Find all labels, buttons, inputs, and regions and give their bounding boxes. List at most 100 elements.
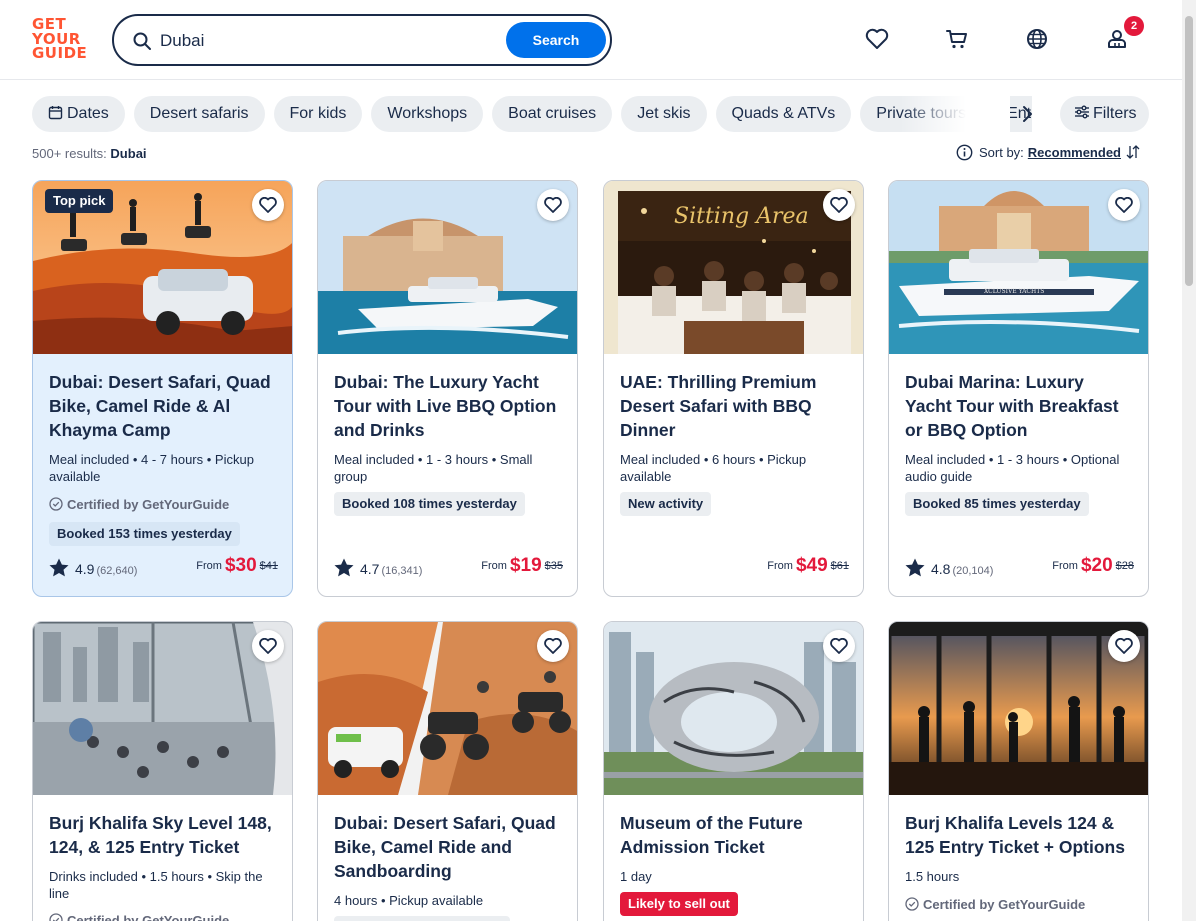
filters-label: Filters: [1093, 105, 1137, 122]
activity-title[interactable]: Dubai: The Luxury Yacht Tour with Live B…: [334, 370, 564, 442]
heart-icon: [259, 638, 277, 654]
chip-boat-cruises[interactable]: Boat cruises: [492, 96, 613, 132]
sort-label: Sort by:: [979, 145, 1024, 160]
activity-card[interactable]: XCLUSIVE YACHTS Dubai Marina: Luxury Yac…: [888, 180, 1149, 597]
price-original: $61: [830, 560, 849, 572]
heart-icon: [1115, 197, 1133, 213]
top-pick-badge: Top pick: [45, 189, 114, 213]
new-activity-tag: New activity: [620, 492, 712, 516]
chip-dates[interactable]: Dates: [32, 96, 125, 132]
chip-quads-atvs[interactable]: Quads & ATVs: [715, 96, 852, 132]
review-count: (20,104): [952, 565, 994, 577]
activity-meta: Meal included • 6 hours • Pickup availab…: [620, 452, 807, 484]
filter-chips-row: Dates Desert safaris For kids Workshops Boat…: [32, 96, 1032, 132]
booking-tag: Booked 108 times yesterday: [334, 492, 525, 516]
rating-value: 4.8: [931, 561, 951, 577]
yacht-brand-text: XCLUSIVE YACHTS: [984, 288, 1044, 295]
sort-arrows-icon[interactable]: [1125, 144, 1141, 160]
wishlist-button[interactable]: [537, 630, 569, 662]
activity-title[interactable]: Museum of the Future Admission Ticket: [620, 811, 850, 859]
wishlist-button[interactable]: [1108, 630, 1140, 662]
activity-meta: Meal included • 4 - 7 hours • Pickup ava…: [49, 452, 254, 484]
scrollbar-thumb[interactable]: [1185, 16, 1193, 286]
certified-label: Certified by GetYourGuide: [905, 897, 1085, 912]
globe-icon[interactable]: [1024, 26, 1050, 52]
check-badge-icon: [49, 913, 63, 921]
wishlist-button[interactable]: [252, 189, 284, 221]
price-from-label: From: [1052, 560, 1078, 572]
star-icon: [905, 558, 925, 577]
activity-title[interactable]: Dubai Marina: Luxury Yacht Tour with Bre…: [905, 370, 1135, 442]
rating-value: 4.9: [75, 561, 95, 577]
activity-title[interactable]: Dubai: Desert Safari, Quad Bike, Camel R…: [334, 811, 564, 883]
sliders-icon: [1075, 105, 1089, 119]
chevron-right-icon[interactable]: [1016, 103, 1038, 125]
wishlist-button[interactable]: [252, 630, 284, 662]
activity-card[interactable]: Burj Khalifa Levels 124 & 125 Entry Tick…: [888, 621, 1149, 921]
certified-text: Certified by GetYourGuide: [67, 497, 230, 512]
price-from-label: From: [481, 560, 507, 572]
booking-tag: [334, 916, 510, 921]
search-button[interactable]: Search: [506, 22, 606, 58]
likely-to-sell-out-tag: Likely to sell out: [620, 892, 738, 916]
sort-control[interactable]: Sort by: Recommended: [956, 143, 1141, 163]
chip-workshops[interactable]: Workshops: [371, 96, 484, 132]
search-input[interactable]: [160, 28, 490, 54]
chips-fade-overlay: [900, 96, 1010, 132]
wishlist-button[interactable]: [1108, 189, 1140, 221]
price-original: $41: [259, 560, 278, 572]
price-current: $30: [224, 555, 257, 576]
price-original: $35: [544, 560, 563, 572]
review-count: (16,341): [381, 565, 423, 577]
wishlist-button[interactable]: [537, 189, 569, 221]
heart-icon[interactable]: [864, 26, 890, 52]
getyourguide-logo[interactable]: GET YOUR GUIDE: [32, 17, 90, 63]
price-current: $20: [1080, 555, 1113, 576]
rating: 4.7 (16,341): [334, 558, 422, 578]
activity-card[interactable]: Dubai: The Luxury Yacht Tour with Live B…: [317, 180, 578, 597]
results-count-text: 500+ results:: [32, 146, 107, 161]
price: From $30 $41: [196, 554, 278, 578]
activity-card[interactable]: Sitting Area UAE: Thrilling Premium Dese…: [603, 180, 864, 597]
activity-card[interactable]: Top pick Dubai: Desert Safari, Quad Bike…: [32, 180, 293, 597]
price-from-label: From: [196, 560, 222, 572]
activity-meta: Meal included • 1 - 3 hours • Optional a…: [905, 452, 1120, 484]
booking-tag: Booked 153 times yesterday: [49, 522, 240, 546]
logo-line-3: GUIDE: [32, 44, 88, 62]
activity-title[interactable]: Burj Khalifa Levels 124 & 125 Entry Tick…: [905, 811, 1135, 859]
activity-meta: 1.5 hours: [905, 869, 960, 884]
heart-icon: [830, 638, 848, 654]
price: From $49 $61: [767, 554, 849, 578]
price-current: $19: [509, 555, 542, 576]
info-icon[interactable]: [956, 144, 973, 161]
activity-meta: Meal included • 1 - 3 hours • Small grou…: [334, 452, 533, 484]
filters-button[interactable]: Filters: [1060, 96, 1149, 132]
results-count: 500+ results: Dubai: [32, 146, 147, 161]
price: From $20 $28: [1052, 554, 1134, 578]
star-icon: [334, 558, 354, 577]
chip-for-kids[interactable]: For kids: [273, 96, 363, 132]
check-badge-icon: [49, 497, 63, 511]
chip-desert-safaris[interactable]: Desert safaris: [133, 96, 265, 132]
activity-title[interactable]: Dubai: Desert Safari, Quad Bike, Camel R…: [49, 370, 279, 442]
heart-icon: [544, 638, 562, 654]
activity-card[interactable]: Museum of the Future Admission Ticket 1 …: [603, 621, 864, 921]
activity-meta: Drinks included • 1.5 hours • Skip the l…: [49, 869, 263, 901]
search-bar: Search: [112, 14, 612, 66]
activity-title[interactable]: UAE: Thrilling Premium Desert Safari wit…: [620, 370, 850, 442]
chip-jet-skis[interactable]: Jet skis: [621, 96, 707, 132]
activity-card[interactable]: Dubai: Desert Safari, Quad Bike, Camel R…: [317, 621, 578, 921]
wishlist-button[interactable]: [823, 189, 855, 221]
page-scrollbar[interactable]: [1182, 0, 1196, 921]
sort-value[interactable]: Recommended: [1028, 145, 1121, 160]
activity-title[interactable]: Burj Khalifa Sky Level 148, 124, & 125 E…: [49, 811, 279, 859]
booking-tag: Booked 85 times yesterday: [905, 492, 1089, 516]
activity-card[interactable]: Burj Khalifa Sky Level 148, 124, & 125 E…: [32, 621, 293, 921]
check-badge-icon: [905, 897, 919, 911]
wishlist-button[interactable]: [823, 630, 855, 662]
site-header: GET YOUR GUIDE Search 2: [0, 0, 1182, 80]
price-from-label: From: [767, 560, 793, 572]
cart-icon[interactable]: [944, 26, 970, 52]
price: From $19 $35: [481, 554, 563, 578]
activity-meta: 1 day: [620, 869, 652, 884]
